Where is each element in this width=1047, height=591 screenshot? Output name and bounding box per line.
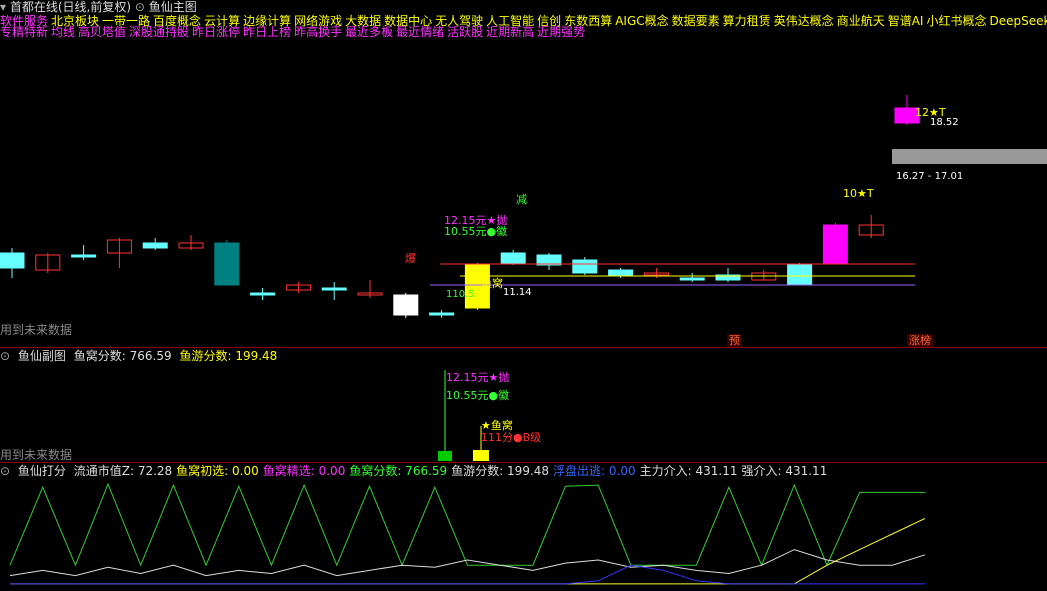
candle-body <box>214 242 240 286</box>
tag-zhangbang: 涨榜 <box>907 334 933 347</box>
score-item: 主力介入: 431.11 <box>639 464 738 478</box>
annotation-yuwo: 鱼窝 <box>481 276 503 290</box>
signal-tag[interactable]: 昨日上榜 <box>243 25 291 39</box>
yuwo-score-label: 鱼窝分数: <box>73 349 126 363</box>
main-candlestick-chart[interactable]: 12.15元★抛10.55元●徽减鱼窝110.5 11.14爆12★T18.521… <box>0 40 1047 348</box>
candle-body <box>0 252 25 269</box>
annotation-price-high: 18.52 <box>930 117 959 128</box>
score-item: 鱼窝分数: 766.59 <box>349 464 448 478</box>
yellow-score-line <box>10 517 926 585</box>
annotation-price-range: 16.27 - 17.01 <box>896 171 963 182</box>
concept-tag[interactable]: 数据要素 <box>672 14 720 28</box>
panel-divider <box>0 347 1047 348</box>
concept-tag[interactable]: 智谱AI <box>888 14 924 28</box>
score-collapse-icon[interactable]: ⊙ <box>0 464 10 478</box>
candle-body <box>608 269 634 276</box>
score-item: 鱼窝初选: 0.00 <box>176 464 259 478</box>
blue-score-line <box>10 564 925 585</box>
annotation-t10: 10★T <box>843 187 874 200</box>
candle-body <box>142 242 168 249</box>
candle-body <box>250 292 276 296</box>
candle-body <box>822 224 848 264</box>
sub-yellow-bar <box>473 450 489 461</box>
score-item: 浮盘出逃: 0.00 <box>553 464 636 478</box>
annotation-bao: 爆 <box>405 251 416 265</box>
annotation-low-left: 110.5 <box>446 289 475 300</box>
signal-tag[interactable]: 最近情绪 <box>396 25 444 39</box>
signal-tag[interactable]: 活跃股 <box>447 25 483 39</box>
candle-body <box>393 294 419 316</box>
concept-tag[interactable]: DeepSeek <box>989 14 1047 28</box>
signal-tag[interactable]: 均线 <box>51 25 75 39</box>
candle-body <box>787 264 813 286</box>
score-item: 鱼游分数: 199.48 <box>451 464 550 478</box>
concept-tag[interactable]: 算力租赁 <box>723 14 771 28</box>
tag-yu: 预 <box>727 334 742 347</box>
score-panel-header: ⊙ 鱼仙打分 流通市值Z: 72.28 鱼窝初选: 0.00 鱼窝精选: 0.00 鱼… <box>0 464 831 478</box>
signal-tag[interactable]: 最近多板 <box>345 25 393 39</box>
candle-body <box>429 312 455 316</box>
annotation-green-dot: 10.55元●徽 <box>444 224 507 238</box>
sub-b-level: 111分●B级 <box>481 431 541 444</box>
collapse-icon[interactable]: ▾ <box>0 0 6 14</box>
main-future-data-label: 用到未来数据 <box>0 323 73 337</box>
annotation-low-right: 11.14 <box>503 287 532 298</box>
signal-tag[interactable]: 昨高换手 <box>294 25 342 39</box>
signal-tag[interactable]: 昨日涨停 <box>192 25 240 39</box>
candle-body <box>679 277 705 281</box>
indicator-collapse-icon[interactable]: ⊙ <box>135 0 145 14</box>
yuyou-score-label: 鱼游分数: <box>179 349 232 363</box>
stock-title: 首都在线(日线,前复权) <box>9 0 132 14</box>
score-item: 流通市值Z: 72.28 <box>73 464 173 478</box>
signal-tag[interactable]: 专精特新 <box>0 25 48 39</box>
sub-pink-star: 12.15元★抛 <box>446 370 509 384</box>
score-line-chart[interactable] <box>0 478 1047 591</box>
sub-chart[interactable]: 12.15元★抛 10.55元●徽 ★鱼窝111分●B级 <box>0 364 1047 462</box>
score-item: 强介入: 431.11 <box>741 464 828 478</box>
score-item: 鱼窝精选: 0.00 <box>262 464 346 478</box>
candle-body <box>572 259 598 274</box>
signal-tag[interactable]: 近期强势 <box>537 25 585 39</box>
signal-tag[interactable]: 深股通持股 <box>129 25 189 39</box>
concept-tag[interactable]: 小红书概念 <box>926 14 986 28</box>
candle-body <box>321 287 347 291</box>
yuyou-score-value: 199.48 <box>235 349 278 363</box>
signal-tag[interactable]: 高贝塔值 <box>78 25 126 39</box>
concept-tag[interactable]: 商业航天 <box>837 14 885 28</box>
resistance-band <box>892 149 1047 164</box>
sub-green-bar <box>438 451 452 461</box>
signal-tag[interactable]: 近期新高 <box>486 25 534 39</box>
sub-green-dot: 10.55元●徽 <box>446 388 509 402</box>
title-bar: ▾ 首都在线(日线,前复权) ⊙ 鱼仙主图 <box>0 0 1047 14</box>
panel-divider <box>0 462 1047 463</box>
white-score-line <box>9 549 926 577</box>
sub-collapse-icon[interactable]: ⊙ <box>0 349 10 363</box>
concept-tag[interactable]: AIGC概念 <box>615 14 668 28</box>
sub-star-yuwo: ★鱼窝 <box>481 418 513 432</box>
indicator-name[interactable]: 鱼仙主图 <box>149 0 197 14</box>
annotation-jian: 减 <box>516 193 527 206</box>
sub-future-data-label: 用到未来数据 <box>0 448 73 462</box>
candle-body <box>500 252 526 264</box>
sub-chart-name[interactable]: 鱼仙副图 <box>18 349 66 363</box>
candle-body <box>71 254 97 258</box>
concept-tag[interactable]: 英伟达概念 <box>774 14 834 28</box>
yuwo-score-value: 766.59 <box>129 349 172 363</box>
score-panel-name[interactable]: 鱼仙打分 <box>18 464 66 478</box>
sub-chart-header: ⊙ 鱼仙副图 鱼窝分数: 766.59 鱼游分数: 199.48 <box>0 349 281 363</box>
signal-tags-row: 专精特新 均线 高贝塔值 深股通持股 昨日涨停 昨日上榜 昨高换手 最近多板 最近情绪 活跃股 近期… <box>0 26 588 39</box>
